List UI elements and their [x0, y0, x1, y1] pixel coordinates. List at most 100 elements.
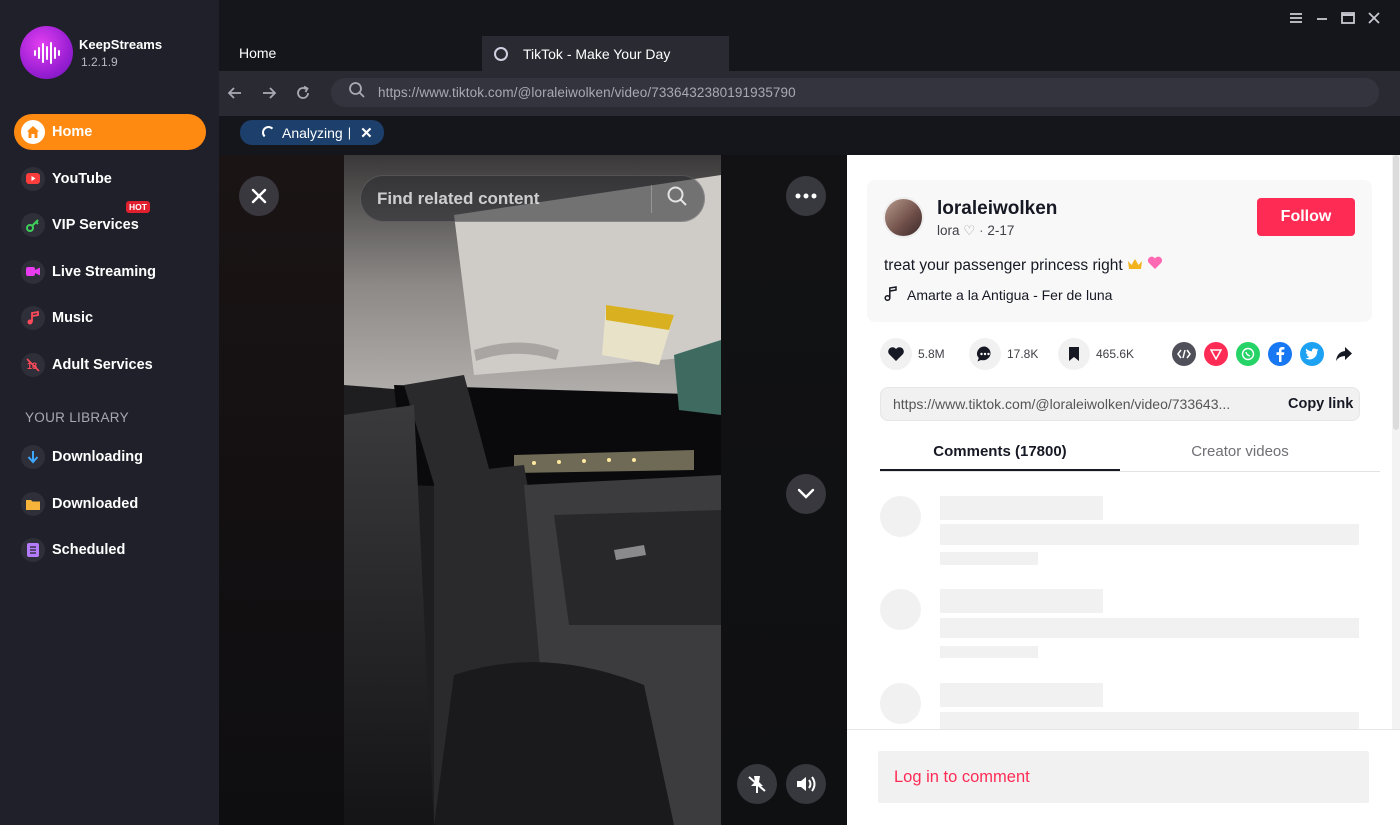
- more-options-button[interactable]: [786, 176, 826, 216]
- related-search-field[interactable]: Find related content: [360, 175, 705, 222]
- twitter-icon[interactable]: [1300, 342, 1324, 366]
- video-frame[interactable]: [344, 155, 721, 825]
- volume-button[interactable]: [786, 764, 826, 804]
- crown-emoji-icon: [1127, 257, 1147, 274]
- menu-icon[interactable]: [1288, 10, 1304, 26]
- details-panel: loraleiwolken lora ♡ · 2-17 Follow treat…: [847, 155, 1400, 825]
- analyzing-label: Analyzing: [282, 124, 343, 141]
- volume-icon: [797, 776, 816, 792]
- tab-tiktok[interactable]: TikTok - Make Your Day: [482, 36, 729, 71]
- download-arrow-icon: [21, 445, 45, 469]
- back-arrow-icon[interactable]: [226, 84, 244, 102]
- video-player: Find related content: [219, 155, 847, 825]
- comment-stat[interactable]: 17.8K: [969, 338, 1047, 370]
- keepstreams-logo-icon: [20, 26, 73, 79]
- panel-scrollbar[interactable]: [1392, 155, 1400, 730]
- sidebar-item-label: Adult Services: [52, 356, 153, 373]
- music-row[interactable]: Amarte a la Antigua - Fer de luna: [884, 286, 1112, 304]
- forward-arrow-icon[interactable]: [260, 84, 278, 102]
- share-url[interactable]: https://www.tiktok.com/@loraleiwolken/vi…: [893, 396, 1273, 412]
- analyzing-chip: Analyzing | ✕: [240, 120, 384, 145]
- sidebar-item-adult-services[interactable]: 18 Adult Services: [14, 347, 206, 383]
- send-to-friends-icon[interactable]: [1204, 342, 1228, 366]
- comment-bubble-icon: [969, 338, 1001, 370]
- pin-off-icon: [748, 776, 766, 793]
- tab-title: TikTok - Make Your Day: [523, 45, 671, 62]
- copy-link-row: https://www.tiktok.com/@loraleiwolken/vi…: [880, 387, 1360, 421]
- app-window: KeepStreams 1.2.1.9 Home YouTube VIP Ser…: [0, 0, 1400, 825]
- avatar[interactable]: [883, 197, 924, 238]
- floating-player-button[interactable]: [737, 764, 777, 804]
- post-card: loraleiwolken lora ♡ · 2-17 Follow treat…: [867, 180, 1372, 322]
- tab-comments[interactable]: Comments (17800): [880, 433, 1120, 471]
- embed-code-icon[interactable]: [1172, 342, 1196, 366]
- skeleton-line: [940, 618, 1359, 638]
- save-stat[interactable]: 465.6K: [1058, 338, 1136, 370]
- author-nickname: lora: [937, 223, 960, 238]
- copy-link-button[interactable]: Copy link: [1288, 396, 1353, 412]
- sidebar-item-live-streaming[interactable]: Live Streaming: [14, 254, 206, 290]
- chip-separator: |: [347, 125, 352, 140]
- sidebar-item-label: Scheduled: [52, 542, 126, 558]
- sidebar-item-label: Downloading: [52, 449, 144, 465]
- post-description: treat your passenger princess right: [884, 256, 1163, 275]
- tab-creator-videos[interactable]: Creator videos: [1120, 433, 1360, 471]
- share-arrow-icon[interactable]: [1332, 342, 1356, 366]
- adult-restricted-icon: 18: [21, 352, 45, 377]
- chevron-down-icon: [797, 488, 815, 499]
- reload-icon[interactable]: [294, 84, 312, 102]
- close-window-icon[interactable]: [1366, 10, 1382, 26]
- skeleton-line: [940, 646, 1038, 658]
- sidebar-item-downloading[interactable]: Downloading: [14, 439, 206, 475]
- window-controls: [1288, 10, 1382, 26]
- login-to-comment-button[interactable]: Log in to comment: [878, 751, 1369, 803]
- sidebar-item-downloaded[interactable]: Downloaded: [14, 486, 206, 522]
- sidebar-item-label: YouTube: [52, 170, 112, 187]
- video-backdrop-right: [721, 155, 847, 825]
- youtube-icon: [21, 166, 45, 191]
- skeleton-avatar: [880, 683, 921, 724]
- hot-badge: HOT: [126, 201, 150, 213]
- sidebar-item-vip-services[interactable]: VIP Services HOT: [14, 201, 206, 243]
- maximize-icon[interactable]: [1340, 10, 1356, 26]
- sidebar-item-label: VIP Services: [52, 217, 139, 233]
- cancel-analyze-icon[interactable]: ✕: [360, 124, 373, 142]
- sidebar-item-label: Downloaded: [52, 495, 139, 512]
- heart-outline-icon: ♡: [963, 223, 976, 238]
- follow-button[interactable]: Follow: [1257, 198, 1355, 236]
- search-icon[interactable]: [666, 185, 688, 212]
- engagement-stats: 5.8M 17.8K 465.6K: [880, 338, 1147, 370]
- main-nav: Home YouTube VIP Services HOT Live Strea…: [14, 114, 206, 393]
- skeleton-avatar: [880, 496, 921, 537]
- next-video-button[interactable]: [786, 474, 826, 514]
- facebook-icon[interactable]: [1268, 342, 1292, 366]
- skeleton-line: [940, 552, 1038, 565]
- sidebar: KeepStreams 1.2.1.9 Home YouTube VIP Ser…: [0, 0, 219, 825]
- sidebar-item-label: Home: [52, 124, 93, 140]
- whatsapp-icon[interactable]: [1236, 342, 1260, 366]
- skeleton-line: [940, 496, 1103, 520]
- like-stat[interactable]: 5.8M: [880, 338, 958, 370]
- music-title: Amarte a la Antigua - Fer de luna: [907, 287, 1113, 303]
- share-buttons: [1172, 342, 1356, 366]
- sidebar-item-home[interactable]: Home: [14, 114, 206, 150]
- sidebar-item-scheduled[interactable]: Scheduled: [14, 532, 206, 568]
- close-icon: [251, 188, 267, 204]
- scrollbar-thumb[interactable]: [1393, 155, 1399, 430]
- tab-home[interactable]: Home: [239, 45, 276, 61]
- minimize-icon[interactable]: [1314, 10, 1330, 26]
- sidebar-item-music[interactable]: Music: [14, 300, 206, 336]
- search-icon: [348, 81, 366, 104]
- sidebar-item-label: Live Streaming: [52, 263, 156, 280]
- video-image: [344, 155, 721, 825]
- close-video-button[interactable]: [239, 176, 279, 216]
- sidebar-item-youtube[interactable]: YouTube: [14, 161, 206, 197]
- analyzing-spinner-icon: [262, 126, 275, 139]
- search-divider: [651, 184, 652, 213]
- save-count: 465.6K: [1096, 347, 1135, 361]
- url-input[interactable]: https://www.tiktok.com/@loraleiwolken/vi…: [331, 78, 1379, 107]
- author-meta: lora ♡ · 2-17: [937, 223, 1015, 238]
- like-count: 5.8M: [918, 347, 945, 361]
- comment-login-bar: Log in to comment: [847, 729, 1400, 825]
- author-username[interactable]: loraleiwolken: [937, 198, 1057, 220]
